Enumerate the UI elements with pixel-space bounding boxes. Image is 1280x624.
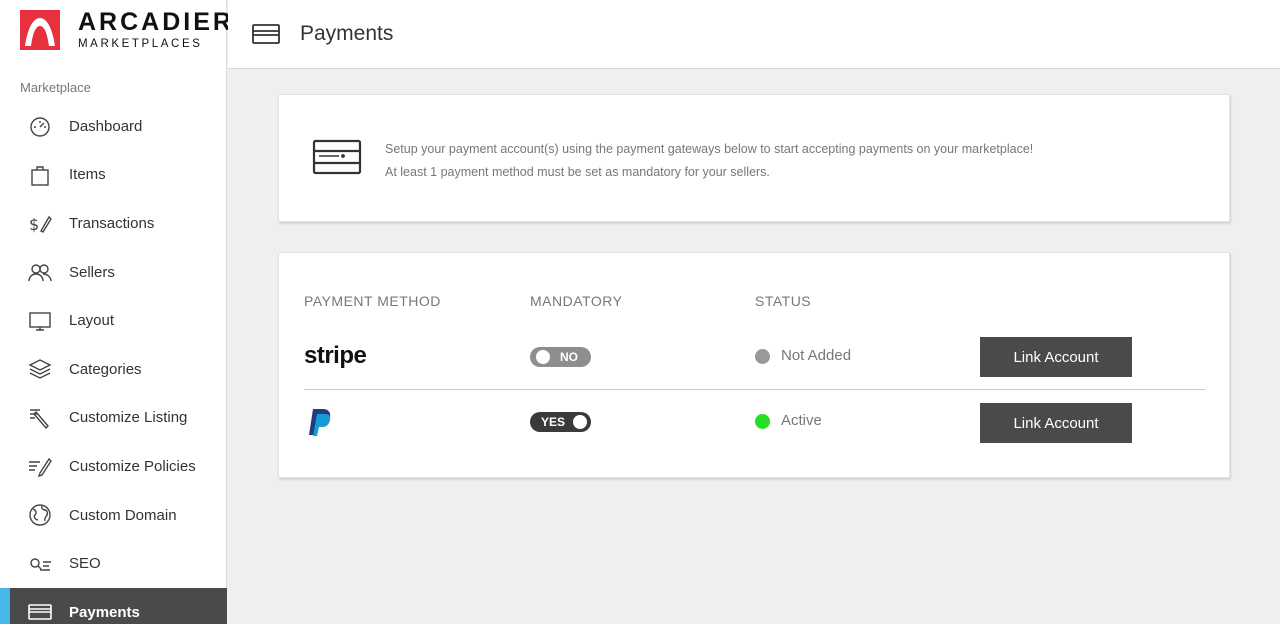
sidebar-item-label: Custom Domain <box>69 506 177 524</box>
toggle-knob <box>536 350 550 364</box>
paypal-logo <box>309 409 331 436</box>
sidebar-item-customize-listing[interactable]: Customize Listing <box>0 394 227 443</box>
sidebar-item-dashboard[interactable]: Dashboard <box>0 102 227 151</box>
sidebar-item-seo[interactable]: SEO <box>0 539 227 588</box>
sidebar: ARCADIER MARKETPLACES Marketplace Dashbo… <box>0 0 231 624</box>
column-header-mandatory: MANDATORY <box>530 293 623 309</box>
column-header-payment-method: PAYMENT METHOD <box>304 293 441 309</box>
sidebar-item-label: Dashboard <box>69 117 143 135</box>
sidebar-item-categories[interactable]: Categories <box>0 345 227 394</box>
sidebar-item-payments[interactable]: Payments <box>0 587 227 624</box>
categories-icon <box>26 357 54 381</box>
transactions-icon: $ <box>26 211 54 235</box>
sidebar-section-label: Marketplace <box>20 80 91 95</box>
toggle-label: YES <box>541 415 566 429</box>
sidebar-nav: Dashboard Items $ Transactions Sellers L… <box>0 102 227 624</box>
payment-card-icon <box>312 139 362 175</box>
info-card: Setup your payment account(s) using the … <box>278 94 1230 222</box>
toggle-label: NO <box>560 350 578 364</box>
sidebar-item-label: Categories <box>69 360 142 378</box>
status-text: Not Added <box>781 347 852 364</box>
payment-card-icon <box>26 600 54 624</box>
toggle-knob <box>573 415 587 429</box>
sidebar-item-label: Payments <box>69 603 140 621</box>
page-title: Payments <box>300 22 394 45</box>
seo-icon <box>26 552 54 576</box>
column-header-status: STATUS <box>755 293 812 309</box>
table-row: stripe NO Not Added Link Account <box>304 324 1205 390</box>
table-row: YES Active Link Account <box>304 391 1205 457</box>
globe-icon <box>26 503 54 527</box>
status-indicator <box>755 414 770 429</box>
sellers-icon <box>26 260 54 284</box>
sidebar-item-items[interactable]: Items <box>0 151 227 200</box>
status-text: Active <box>781 412 822 429</box>
sidebar-item-sellers[interactable]: Sellers <box>0 248 227 297</box>
brand-logo[interactable]: ARCADIER MARKETPLACES <box>20 9 234 51</box>
sidebar-item-custom-domain[interactable]: Custom Domain <box>0 491 227 540</box>
layout-icon <box>26 309 54 333</box>
sidebar-item-label: Sellers <box>69 263 115 281</box>
link-account-button[interactable]: Link Account <box>980 337 1132 377</box>
info-text: Setup your payment account(s) using the … <box>385 138 1033 184</box>
status-indicator <box>755 349 770 364</box>
items-icon <box>26 163 54 187</box>
payment-methods-table: PAYMENT METHOD MANDATORY STATUS stripe N… <box>278 252 1230 478</box>
brand-name: ARCADIER <box>78 7 234 36</box>
dashboard-icon <box>26 114 54 138</box>
info-line-1: Setup your payment account(s) using the … <box>385 142 1034 156</box>
sidebar-item-customize-policies[interactable]: Customize Policies <box>0 442 227 491</box>
sidebar-item-label: Customize Policies <box>69 457 196 475</box>
customize-listing-icon <box>26 406 54 430</box>
sidebar-item-label: Items <box>69 166 106 184</box>
link-account-button[interactable]: Link Account <box>980 403 1132 443</box>
stripe-logo: stripe <box>304 342 367 369</box>
brand-tagline: MARKETPLACES <box>78 37 203 50</box>
info-line-2: At least 1 payment method must be set as… <box>385 165 770 179</box>
mandatory-toggle[interactable]: NO <box>530 347 591 367</box>
brand-wordmark: ARCADIER MARKETPLACES <box>78 7 234 51</box>
mandatory-toggle[interactable]: YES <box>530 412 591 432</box>
customize-policies-icon <box>26 454 54 478</box>
svg-text:$: $ <box>29 215 39 234</box>
payment-card-icon <box>252 24 280 44</box>
sidebar-item-label: SEO <box>69 555 101 573</box>
sidebar-item-layout[interactable]: Layout <box>0 296 227 345</box>
sidebar-item-transactions[interactable]: $ Transactions <box>0 199 227 248</box>
sidebar-item-label: Customize Listing <box>69 409 188 427</box>
sidebar-item-label: Transactions <box>69 214 155 232</box>
sidebar-item-label: Layout <box>69 312 115 330</box>
arcadier-logo-icon <box>20 10 60 50</box>
page-header: Payments <box>228 0 1280 69</box>
